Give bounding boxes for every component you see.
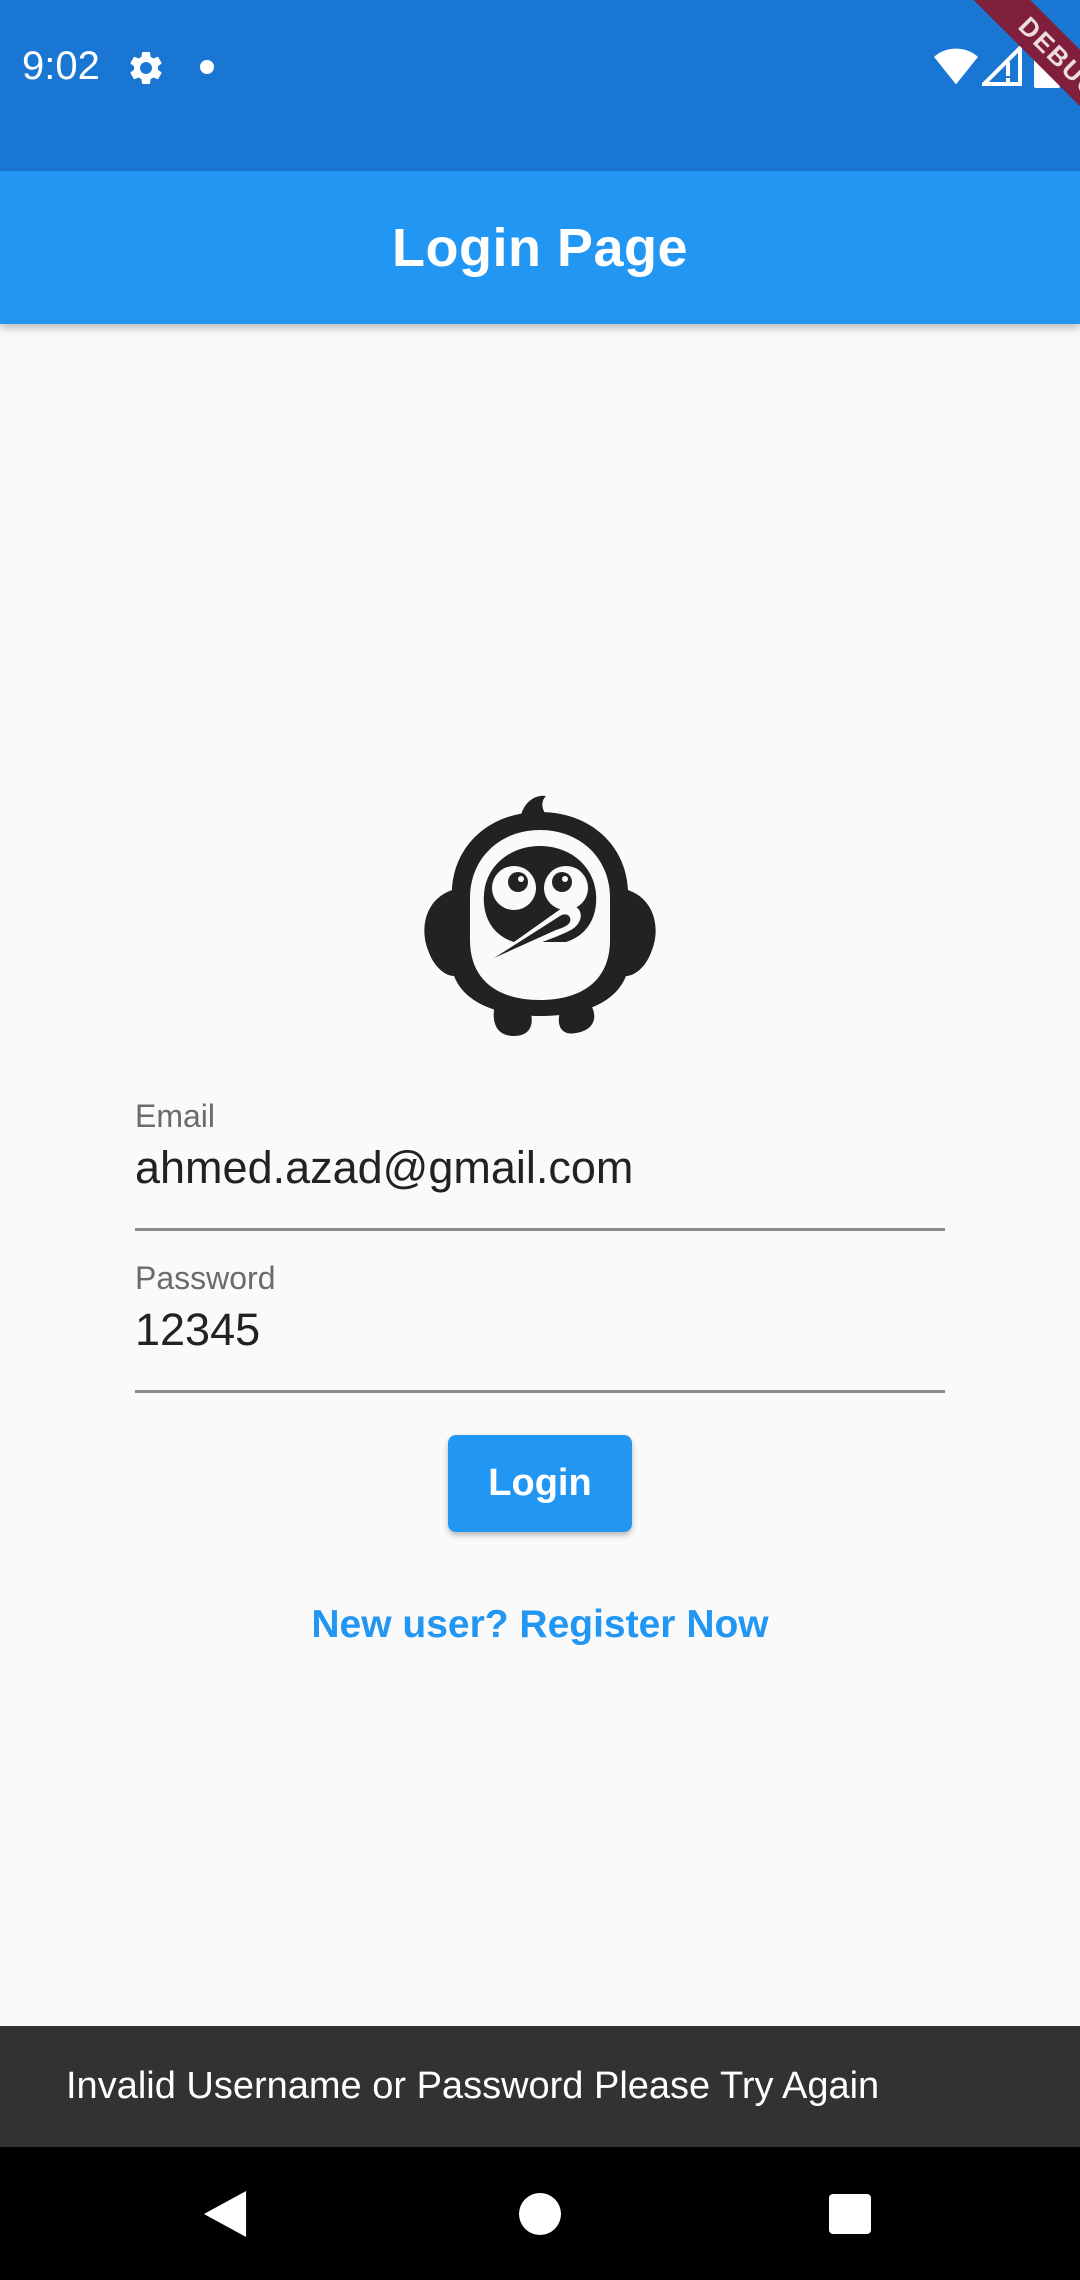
password-label: Password [135,1260,276,1296]
app-bar: Login Page [0,171,1080,324]
email-input[interactable]: ahmed.azad@gmail.com [135,1142,633,1194]
login-screen: 9:02 DEBUG Login Page Email ahmed.azad@g… [0,0,1080,2280]
error-snackbar: Invalid Username or Password Please Try … [0,2026,1080,2147]
recents-icon[interactable] [829,2194,871,2234]
back-icon[interactable] [203,2191,247,2237]
penguin-logo-icon [424,795,656,1036]
home-icon[interactable] [519,2193,561,2235]
status-bar: 9:02 DEBUG [0,0,1080,171]
register-link[interactable]: New user? Register Now [0,1603,1080,1647]
password-input[interactable]: 12345 [135,1304,260,1356]
email-field[interactable]: Email ahmed.azad@gmail.com [135,1090,945,1231]
system-nav-bar [0,2147,1080,2280]
login-button[interactable]: Login [448,1435,632,1532]
signal-icon [982,46,1022,86]
gear-icon [130,51,162,84]
status-time: 9:02 [22,44,100,88]
email-label: Email [135,1098,216,1134]
notification-dot-icon [200,60,214,74]
snackbar-message: Invalid Username or Password Please Try … [66,2065,880,2107]
page-title: Login Page [391,217,688,278]
wifi-icon [934,48,978,85]
password-field[interactable]: Password 12345 [135,1252,945,1393]
battery-icon [1034,42,1060,88]
